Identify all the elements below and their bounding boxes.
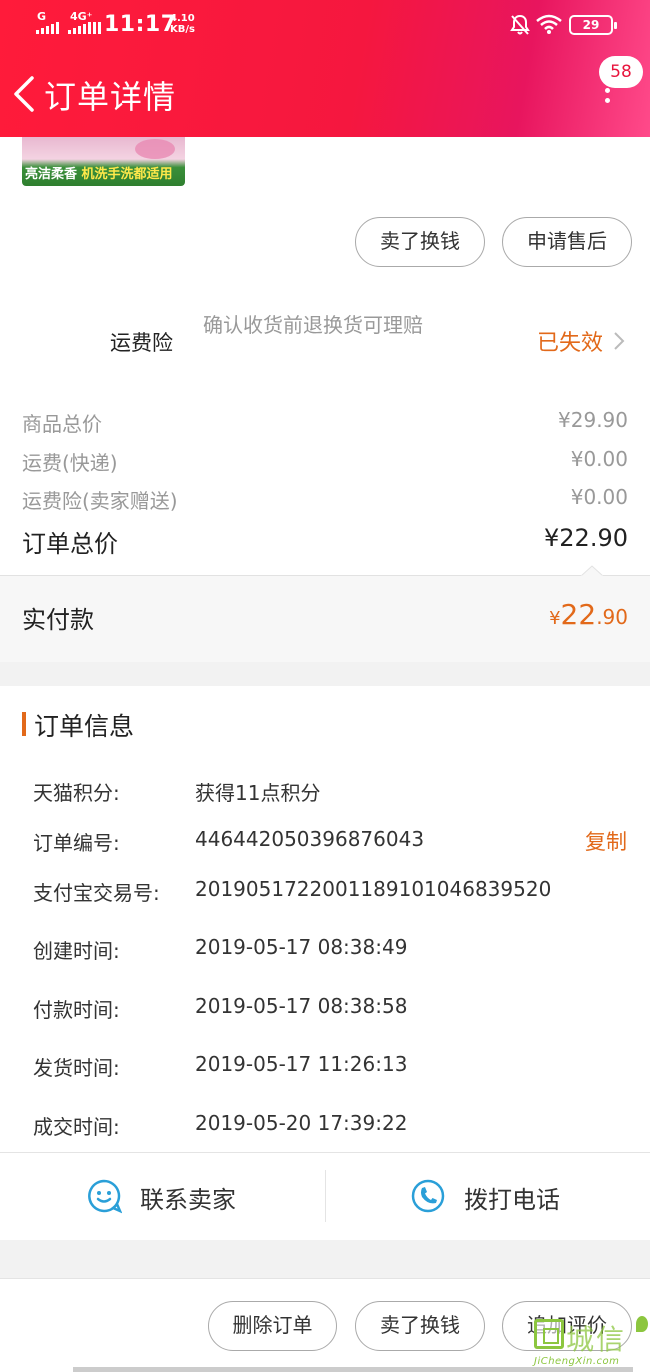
watermark-logo: 城信 JiChengXin.com <box>530 1316 650 1372</box>
flower-decoration <box>135 139 175 159</box>
shipping-insurance-status[interactable]: 已失效 <box>537 325 603 357</box>
info-row-value: 2019-05-17 08:38:58 <box>195 994 408 1018</box>
info-row-label: 付款时间: <box>33 998 120 1022</box>
info-row-value: 获得11点积分 <box>195 781 321 805</box>
paid-currency: ¥ <box>549 608 561 629</box>
copy-order-number-button[interactable]: 复制 <box>585 826 627 856</box>
battery-indicator: 29 <box>569 15 617 35</box>
phone-icon[interactable] <box>410 1178 446 1214</box>
thumb-caption-a: 亮洁柔香 <box>25 167 78 182</box>
product-thumb-caption: 亮洁柔香 机洗手洗都适用 <box>25 163 173 182</box>
info-row-value: 2019051722001189101046839520 <box>195 877 552 901</box>
price-row-label: 运费(快递) <box>22 451 118 475</box>
divider <box>325 1170 326 1222</box>
info-row-label: 订单编号: <box>33 831 120 855</box>
status-bar: G 4G⁺ 11:17 4.10 KB/s 29 <box>0 0 650 50</box>
info-row-label: 支付宝交易号: <box>33 881 160 905</box>
mute-bell-icon <box>510 14 530 35</box>
section-accent-bar <box>22 712 26 736</box>
chat-face-icon[interactable] <box>86 1178 122 1214</box>
watermark-url: JiChengXin.com <box>534 1356 620 1367</box>
info-row-value: 446442050396876043 <box>195 827 425 851</box>
info-row-label: 成交时间: <box>33 1115 120 1139</box>
network-speed: 4.10 KB/s <box>170 13 195 35</box>
info-row-label: 创建时间: <box>33 939 120 963</box>
call-phone-button[interactable]: 拨打电话 <box>464 1180 560 1215</box>
contact-seller-button[interactable]: 联系卖家 <box>140 1180 236 1215</box>
info-row-value: 2019-05-17 11:26:13 <box>195 1052 408 1076</box>
shipping-insurance-desc: 确认收货前退换货可理赔 <box>203 313 423 337</box>
order-total-label: 订单总价 <box>22 530 118 558</box>
shipping-insurance-label: 运费险 <box>110 331 173 355</box>
info-row-label: 天猫积分: <box>33 781 120 805</box>
delete-order-button[interactable]: 删除订单 <box>208 1301 337 1351</box>
notch-indicator <box>581 565 603 577</box>
info-row-value: 2019-05-20 17:39:22 <box>195 1111 408 1135</box>
info-row-value: 2019-05-17 08:38:49 <box>195 935 408 959</box>
signal-icon-2 <box>68 22 101 34</box>
chevron-right-icon[interactable] <box>612 330 626 352</box>
paid-decimal: .90 <box>596 605 628 629</box>
price-row-label: 运费险(卖家赠送) <box>22 489 178 513</box>
paid-integer: 22 <box>560 598 597 631</box>
order-info-title: 订单信息 <box>34 712 135 741</box>
more-menu-icon[interactable] <box>600 88 614 114</box>
price-row-value: ¥0.00 <box>570 485 628 509</box>
price-row-value: ¥29.90 <box>558 408 628 432</box>
order-total-value: ¥22.90 <box>544 524 628 552</box>
paid-amount: ¥22.90 <box>549 598 628 631</box>
paid-label: 实付款 <box>22 606 94 634</box>
speed-value: 4.10 <box>170 13 195 24</box>
watermark-text: 城信 <box>566 1323 627 1356</box>
sell-for-cash-button-bottom[interactable]: 卖了换钱 <box>355 1301 485 1351</box>
wifi-icon <box>536 14 562 34</box>
price-row-label: 商品总价 <box>22 412 102 436</box>
page-title: 订单详情 <box>44 78 177 116</box>
info-row-label: 发货时间: <box>33 1056 120 1080</box>
signal-icon <box>36 22 59 34</box>
price-row-value: ¥0.00 <box>570 447 628 471</box>
app-header: G 4G⁺ 11:17 4.10 KB/s 29 订单详情 58 <box>0 0 650 137</box>
message-badge[interactable]: 58 <box>599 56 643 88</box>
watermark-icon <box>534 1319 564 1349</box>
back-arrow-icon[interactable] <box>10 74 42 114</box>
clock: 11:17 <box>104 12 177 37</box>
speed-unit: KB/s <box>170 24 195 35</box>
after-sale-button[interactable]: 申请售后 <box>502 217 632 267</box>
order-info-card <box>0 686 650 1152</box>
product-thumbnail[interactable]: 亮洁柔香 机洗手洗都适用 <box>22 137 185 186</box>
sell-for-cash-button[interactable]: 卖了换钱 <box>355 217 485 267</box>
watermark-leaf-icon <box>636 1316 648 1332</box>
thumb-caption-b: 机洗手洗都适用 <box>81 167 173 182</box>
